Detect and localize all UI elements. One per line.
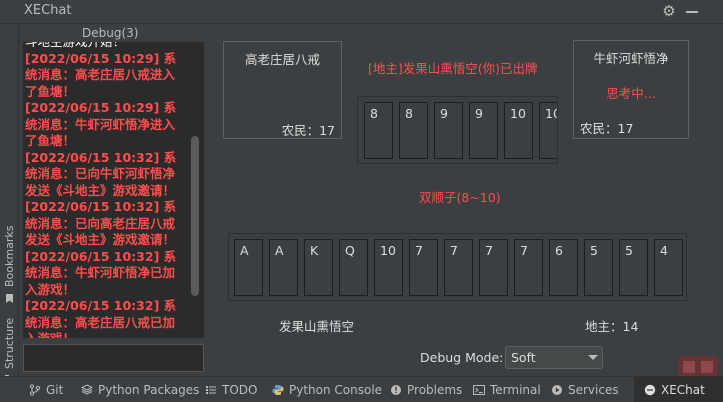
tab-terminal[interactable]: Terminal [473, 377, 541, 402]
window-title: XEChat [24, 3, 72, 18]
log-line: [2022/06/15 10:29] 系统消息：牛虾河虾悟净进入了鱼塘！ [25, 100, 177, 148]
tab-label: Git [46, 383, 64, 397]
packages-icon [81, 384, 93, 395]
hand-card[interactable]: 4 [654, 239, 683, 296]
hand-card[interactable]: 7 [409, 239, 438, 296]
structure-label: Structure [3, 317, 16, 369]
gear-icon[interactable]: ⚙ [660, 2, 678, 20]
tab-label: XEChat [661, 383, 705, 397]
git-branch-icon [29, 384, 41, 396]
hand-card[interactable]: 5 [619, 239, 648, 296]
problems-icon [391, 385, 401, 395]
right-player-name: 牛虾河虾悟净 [593, 51, 669, 66]
left-tool-strip: Bookmarks Structure [0, 24, 19, 384]
played-card: 10 [539, 102, 557, 159]
hand-card[interactable]: 7 [479, 239, 508, 296]
hand-cards-area: A A K Q 10 7 7 7 7 6 5 5 4 [228, 233, 687, 301]
my-player-name: 发果山熏悟空 [279, 319, 355, 334]
played-card: 10 [504, 102, 533, 159]
played-card: 8 [399, 102, 428, 159]
tool-window-titlebar: XEChat ⚙ [0, 0, 723, 24]
right-player-status: 思考中... [606, 86, 656, 101]
played-message: [地主]发果山熏悟空(你)已出牌 [368, 61, 538, 76]
services-icon [552, 385, 562, 395]
left-player-name: 高老庄居八戒 [244, 52, 320, 67]
hand-card[interactable]: 5 [584, 239, 613, 296]
played-card: 9 [434, 102, 463, 159]
log-scrollbar[interactable] [191, 136, 199, 296]
chevron-down-icon [588, 355, 598, 360]
tab-label: Terminal [490, 383, 541, 397]
todo-list-icon [206, 386, 216, 394]
chat-input[interactable] [23, 344, 204, 372]
debug-mode-label: Debug Mode: [420, 350, 504, 365]
right-player-panel: 牛虾河虾悟净 思考中... 农民：17 [573, 40, 689, 139]
log-line: [2022/06/15 10:29] 系统消息：高老庄居八戒进入了鱼塘！ [25, 50, 177, 99]
hand-card[interactable]: Q [339, 239, 368, 296]
hand-card[interactable]: A [269, 239, 298, 296]
log-line: [2022/06/15 10:32] 系统消息：已向高老庄居八戒发送《斗地主》游… [25, 199, 177, 247]
played-card: 9 [469, 102, 498, 159]
hand-card[interactable]: 6 [549, 239, 578, 296]
tab-git[interactable]: Git [29, 377, 63, 402]
tab-label: TODO [222, 383, 258, 397]
python-console-icon [272, 385, 284, 395]
log-line: [2022/06/15 10:32] 系统消息：牛虾河虾悟净已加入游戏！ [25, 248, 177, 297]
left-player-panel: 高老庄居八戒 农民：17 [223, 41, 342, 139]
terminal-icon [473, 385, 485, 395]
bookmarks-label: Bookmarks [3, 225, 16, 287]
tab-services[interactable]: Services [551, 377, 619, 402]
log-line: [2022/06/15 10:32] 系统消息：已向牛虾河虾悟净发送《斗地主》游… [25, 149, 177, 198]
chat-log[interactable]: 斗地主游戏开始！ [2022/06/15 10:29] 系统消息：高老庄居八戒进… [23, 42, 204, 338]
debug-panel-title: Debug(3) [82, 26, 139, 40]
tab-label: Services [568, 383, 619, 397]
tab-python-console[interactable]: Python Console [272, 377, 382, 402]
tab-label: Problems [407, 383, 463, 397]
tab-label: Python Packages [98, 383, 200, 397]
hand-card[interactable]: 7 [514, 239, 543, 296]
right-player-role: 农民：17 [580, 121, 634, 136]
debug-mode-value: Soft [511, 350, 536, 365]
tab-todo[interactable]: TODO [205, 377, 257, 402]
minimize-icon[interactable] [686, 11, 698, 13]
log-line: [2022/06/15 10:32] 系统消息：高老庄居八戒已加入游戏！ [25, 298, 177, 338]
tab-label: Python Console [289, 383, 383, 397]
debug-mode-select[interactable]: Soft [505, 346, 603, 369]
played-card: 8 [364, 102, 393, 159]
bottom-tool-bar: Git Python Packages TODO Python Console … [0, 376, 723, 402]
hand-card[interactable]: 10 [374, 239, 403, 296]
log-line: 斗地主游戏开始！ [25, 42, 187, 51]
xechat-icon [644, 384, 656, 396]
bookmarks-tab[interactable]: Bookmarks [0, 225, 19, 309]
log-text: 斗地主游戏开始！ [2022/06/15 10:29] 系统消息：高老庄居八戒进… [23, 42, 191, 338]
hand-card[interactable]: K [304, 239, 333, 296]
hand-card[interactable]: 7 [444, 239, 473, 296]
tab-xechat[interactable]: XEChat [634, 377, 723, 402]
tab-python-packages[interactable]: Python Packages [81, 377, 199, 402]
my-player-role: 地主：14 [585, 319, 639, 334]
tab-problems[interactable]: Problems [390, 377, 462, 402]
left-player-role: 农民：17 [281, 123, 335, 138]
hand-card[interactable]: A [234, 239, 263, 296]
card-pattern: 双顺子(8~10) [419, 190, 501, 205]
bookmark-icon [6, 294, 13, 303]
played-cards-area: 8 8 9 9 10 10 [357, 96, 558, 164]
